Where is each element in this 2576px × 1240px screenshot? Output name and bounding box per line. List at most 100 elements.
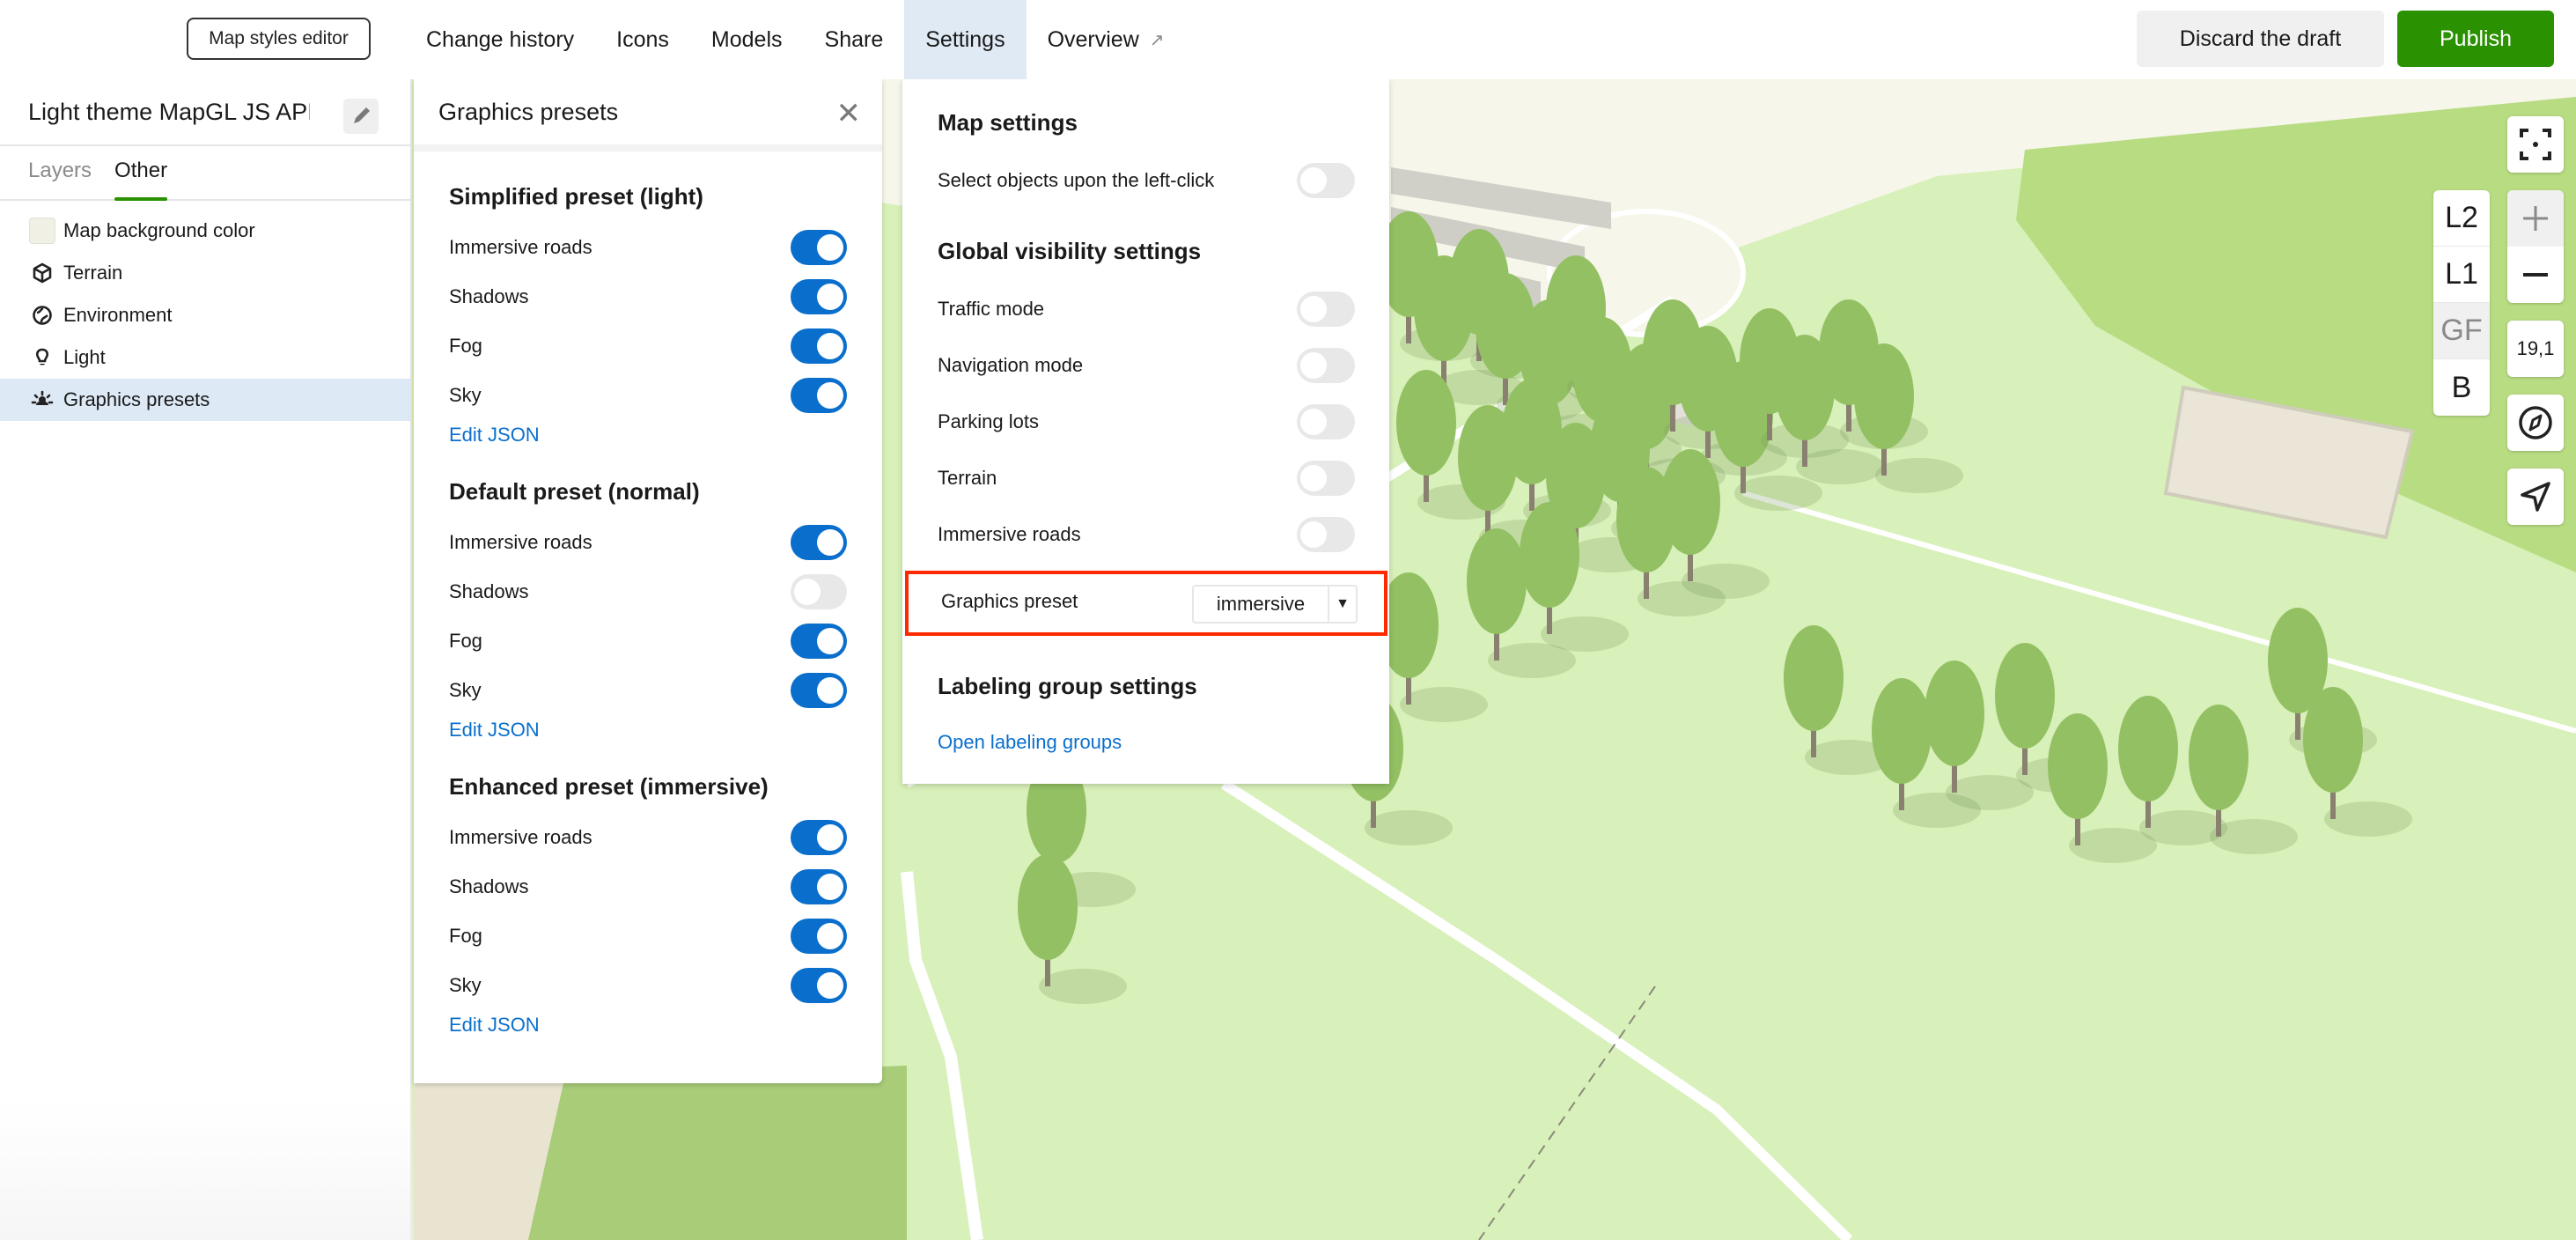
- tree-shadow: [1039, 969, 1127, 1004]
- navigation-arrow-icon: [2521, 482, 2550, 512]
- tree-canopy: [1854, 343, 1914, 449]
- preset-option-label: Sky: [449, 974, 482, 996]
- preset-option-label: Sky: [449, 384, 482, 406]
- preset-section: Default preset (normal) Immersive roads Sh…: [414, 478, 882, 742]
- sidebar-item-terrain[interactable]: Terrain: [0, 252, 410, 294]
- preset-option-toggle[interactable]: [791, 919, 847, 954]
- nav-label: Models: [710, 26, 783, 52]
- nav-label: Settings: [925, 26, 1005, 52]
- preset-option-row: Immersive roads: [449, 223, 847, 272]
- preset-option-label: Immersive roads: [449, 826, 592, 848]
- fullscreen-button[interactable]: [2507, 116, 2564, 173]
- preset-option-toggle[interactable]: [791, 328, 847, 364]
- compass-button[interactable]: [2507, 395, 2564, 451]
- preset-option-toggle[interactable]: [791, 624, 847, 659]
- navigation-mode-toggle[interactable]: [1297, 348, 1355, 383]
- tree-shadow: [2210, 819, 2298, 854]
- nav-overview[interactable]: Overview ↗: [1027, 0, 1186, 79]
- preset-option-row: Immersive roads: [449, 518, 847, 567]
- sidebar-tabs: Layers Other: [0, 146, 410, 201]
- top-bar: Map styles editor Change history Icons M…: [0, 0, 2576, 79]
- nav-settings[interactable]: Settings: [904, 0, 1027, 79]
- style-title-row: Light theme MapGL JS API: [0, 79, 410, 146]
- tree-canopy: [1925, 661, 1984, 766]
- preset-option-label: Sky: [449, 679, 482, 701]
- graphics-preset-select[interactable]: immersive ▼: [1192, 585, 1358, 624]
- floor-l1[interactable]: L1: [2433, 247, 2490, 303]
- preset-title: Enhanced preset (immersive): [449, 773, 769, 800]
- sidebar-item-environment[interactable]: Environment: [0, 294, 410, 336]
- tree-canopy: [1660, 449, 1720, 555]
- map-styles-editor-button[interactable]: Map styles editor: [187, 18, 371, 60]
- preset-option-toggle[interactable]: [791, 230, 847, 265]
- sidebar-item-map-background-color[interactable]: Map background color: [0, 210, 410, 252]
- edit-style-name-button[interactable]: [343, 99, 379, 134]
- preset-option-toggle[interactable]: [791, 968, 847, 1003]
- edit-json-link[interactable]: Edit JSON: [449, 1014, 540, 1037]
- discard-draft-button[interactable]: Discard the draft: [2137, 11, 2384, 67]
- preset-option-toggle[interactable]: [791, 279, 847, 314]
- setting-row-parking-lots: Parking lots: [938, 403, 1355, 440]
- zoom-out-button[interactable]: [2507, 247, 2564, 303]
- close-icon[interactable]: ✕: [836, 99, 862, 129]
- preset-option-label: Fog: [449, 925, 482, 947]
- tab-layers[interactable]: Layers: [28, 146, 92, 199]
- sidebar-item-label: Light: [63, 346, 106, 368]
- preset-section: Enhanced preset (immersive) Immersive roa…: [414, 773, 882, 1037]
- setting-row-navigation-mode: Navigation mode: [938, 347, 1355, 384]
- floor-gf[interactable]: GF: [2433, 303, 2490, 359]
- setting-label: Navigation mode: [938, 354, 1084, 376]
- preset-option-toggle[interactable]: [791, 869, 847, 904]
- floor-l2[interactable]: L2: [2433, 190, 2490, 247]
- zoom-in-button[interactable]: [2507, 190, 2564, 247]
- labeling-group-heading: Labeling group settings: [938, 673, 1197, 699]
- traffic-mode-toggle[interactable]: [1297, 292, 1355, 327]
- tree-canopy: [2118, 696, 2178, 801]
- parking-lots-toggle[interactable]: [1297, 404, 1355, 439]
- preset-option-toggle[interactable]: [791, 378, 847, 413]
- tree-canopy: [1872, 678, 1932, 784]
- preset-option-row: Sky: [449, 666, 847, 715]
- immersive-roads-toggle[interactable]: [1297, 517, 1355, 552]
- sidebar-item-label: Terrain: [63, 262, 123, 284]
- tab-other[interactable]: Other: [114, 146, 168, 201]
- geolocate-button[interactable]: [2507, 469, 2564, 525]
- select-objects-toggle[interactable]: [1297, 163, 1355, 198]
- global-visibility-heading: Global visibility settings: [938, 238, 1202, 264]
- preset-option-toggle[interactable]: [791, 820, 847, 855]
- tree-canopy: [1396, 370, 1456, 476]
- open-labeling-groups-link[interactable]: Open labeling groups: [938, 731, 1122, 754]
- preset-option-row: Fog: [449, 321, 847, 371]
- floor-b[interactable]: B: [2433, 359, 2490, 416]
- nav-models[interactable]: Models: [690, 0, 804, 79]
- tree-shadow: [1541, 616, 1629, 652]
- nav-share[interactable]: Share: [804, 0, 905, 79]
- tree-shadow: [1400, 687, 1488, 722]
- nav-icons[interactable]: Icons: [595, 0, 690, 79]
- preset-option-label: Shadows: [449, 580, 529, 602]
- terrain-toggle[interactable]: [1297, 461, 1355, 496]
- preset-option-toggle[interactable]: [791, 525, 847, 560]
- preset-option-toggle[interactable]: [791, 574, 847, 609]
- preset-title: Default preset (normal): [449, 478, 700, 505]
- edit-json-link[interactable]: Edit JSON: [449, 719, 540, 742]
- edit-json-link[interactable]: Edit JSON: [449, 424, 540, 447]
- tree-canopy: [1995, 643, 2055, 749]
- preset-option-row: Shadows: [449, 862, 847, 912]
- preset-option-label: Fog: [449, 630, 482, 652]
- sidebar-item-light[interactable]: Light: [0, 336, 410, 379]
- sidebar-item-graphics-presets[interactable]: Graphics presets: [0, 379, 410, 421]
- preset-title: Simplified preset (light): [449, 183, 703, 210]
- graphics-presets-header: Graphics presets ✕: [414, 79, 882, 151]
- nav-change-history[interactable]: Change history: [405, 0, 595, 79]
- tree-canopy: [2048, 713, 2108, 819]
- arrow-up-right-icon: ↗: [1149, 30, 1165, 50]
- nav-label: Overview: [1047, 26, 1139, 52]
- setting-label: Terrain: [938, 467, 997, 489]
- publish-button[interactable]: Publish: [2397, 11, 2554, 67]
- sidebar-item-label: Graphics presets: [63, 388, 210, 410]
- preset-option-toggle[interactable]: [791, 673, 847, 708]
- tree-canopy: [1467, 528, 1527, 634]
- panel-title: Graphics presets: [438, 98, 619, 125]
- zoom-level-display: 19,1: [2507, 321, 2564, 377]
